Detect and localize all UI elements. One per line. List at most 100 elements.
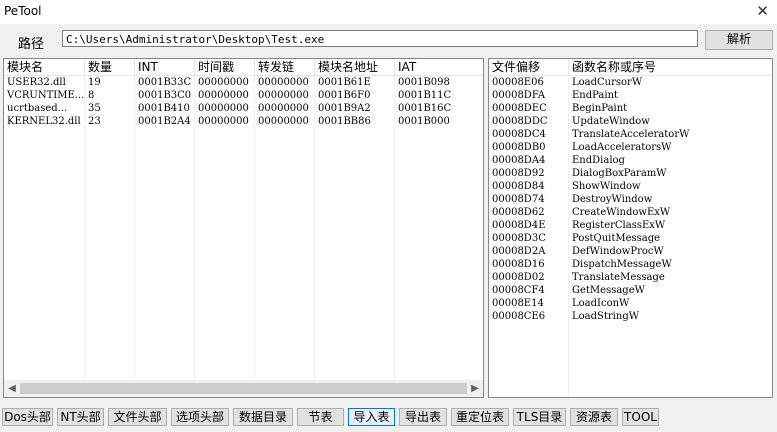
table-cell: 0001B16C <box>398 103 452 114</box>
grid-divider <box>84 76 85 380</box>
table-cell: 00008DEC <box>492 103 547 114</box>
table-cell: ucrtbased... <box>7 103 68 114</box>
table-cell: TranslateAcceleratorW <box>572 129 690 140</box>
table-cell: LoadStringW <box>572 311 639 322</box>
table-cell: 00008D74 <box>492 194 545 205</box>
column-header[interactable]: 数量 <box>85 59 135 75</box>
table-cell: 00000000 <box>258 116 309 127</box>
tab-button[interactable]: TLS目录 <box>513 408 566 426</box>
table-cell: DispatchMessageW <box>572 259 672 270</box>
table-cell: EndDialog <box>572 155 625 166</box>
horizontal-scrollbar[interactable]: ◀ ▶ <box>4 380 483 397</box>
column-header[interactable]: 模块名地址 <box>315 59 395 75</box>
table-cell: GetMessageW <box>572 285 645 296</box>
import-module-list[interactable]: 模块名 数量 INT 时间戳 转发链 模块名地址 IAT USER32.dll 19 0001B… <box>3 58 484 398</box>
tab-button[interactable]: 资源表 <box>570 408 618 426</box>
tab-button[interactable]: 重定位表 <box>451 408 509 426</box>
table-cell: 00008DC4 <box>492 129 546 140</box>
table-cell: 00008E14 <box>492 298 544 309</box>
table-cell: DialogBoxParamW <box>572 168 667 179</box>
table-cell: 00000000 <box>198 90 249 101</box>
grid-divider <box>394 76 395 380</box>
tab-button[interactable]: 导出表 <box>399 408 447 426</box>
table-cell: 00000000 <box>258 90 309 101</box>
grid-divider <box>194 76 195 380</box>
table-cell: 0001BB86 <box>318 116 371 127</box>
table-cell: 00008CE6 <box>492 311 546 322</box>
table-cell: DefWindowProcW <box>572 246 664 257</box>
grid-divider <box>134 76 135 380</box>
table-cell: ShowWindow <box>572 181 641 192</box>
table-cell: DestroyWindow <box>572 194 653 205</box>
tab-button[interactable]: TOOL <box>622 408 659 426</box>
table-cell: 00000000 <box>258 77 309 88</box>
table-cell: 0001B61E <box>318 77 371 88</box>
tab-button[interactable]: 选项头部 <box>171 408 229 426</box>
table-cell: 0001B3C0 <box>138 90 192 101</box>
table-cell: 0001B33C <box>138 77 192 88</box>
tab-button[interactable]: 节表 <box>297 408 344 426</box>
table-cell: 8 <box>88 90 95 101</box>
table-cell: 00008D62 <box>492 207 545 218</box>
table-cell: 0001B2A4 <box>138 116 191 127</box>
tab-button[interactable]: Dos头部 <box>2 408 53 426</box>
table-cell: 0001B11C <box>398 90 452 101</box>
table-cell: 00000000 <box>198 77 249 88</box>
column-header[interactable]: 模块名 <box>4 59 85 75</box>
table-cell: 00008D16 <box>492 259 545 270</box>
table-cell: 00008E06 <box>492 77 544 88</box>
column-header[interactable]: 时间戳 <box>195 59 255 75</box>
table-cell: PostQuitMessage <box>572 233 661 244</box>
grid-divider <box>568 76 569 397</box>
table-cell: 00008D4E <box>492 220 546 231</box>
table-cell: LoadCursorW <box>572 77 643 88</box>
scroll-left-icon[interactable]: ◀ <box>4 381 20 396</box>
table-cell: 00000000 <box>198 116 249 127</box>
table-cell: 00008DA4 <box>492 155 546 166</box>
table-cell: 00008DDC <box>492 116 548 127</box>
table-cell: 00008DB0 <box>492 142 546 153</box>
table-cell: 19 <box>88 77 101 88</box>
tab-button[interactable]: 数据目录 <box>233 408 293 426</box>
column-header[interactable]: 函数名称或序号 <box>569 59 772 75</box>
table-cell: 00008D3C <box>492 233 546 244</box>
table-cell: EndPaint <box>572 90 619 101</box>
table-cell: LoadAcceleratorsW <box>572 142 672 153</box>
table-cell: VCRUNTIME... <box>7 90 85 101</box>
table-cell: BeginPaint <box>572 103 628 114</box>
table-cell: 00008CF4 <box>492 285 545 296</box>
table-cell: 00000000 <box>198 103 249 114</box>
table-cell: 23 <box>88 116 101 127</box>
grid-divider <box>254 76 255 380</box>
tab-button[interactable]: 导入表 <box>348 408 395 426</box>
table-cell: 00008D84 <box>492 181 545 192</box>
scroll-right-icon[interactable]: ▶ <box>467 381 483 396</box>
tab-button[interactable]: 文件头部 <box>108 408 167 426</box>
table-cell: USER32.dll <box>7 77 66 88</box>
path-input[interactable]: C:\Users\Administrator\Desktop\Test.exe <box>62 30 698 47</box>
column-header[interactable]: 转发链 <box>255 59 315 75</box>
column-header[interactable]: 文件偏移 <box>489 59 569 75</box>
table-cell: KERNEL32.dll <box>7 116 81 127</box>
parse-button[interactable]: 解析 <box>705 30 773 50</box>
column-header[interactable]: IAT <box>395 59 483 75</box>
function-list-header: 文件偏移 函数名称或序号 <box>489 59 772 76</box>
scrollbar-thumb[interactable] <box>20 383 467 394</box>
close-icon[interactable]: ✕ <box>756 2 769 20</box>
table-cell: CreateWindowExW <box>572 207 671 218</box>
path-label: 路径 <box>18 37 45 52</box>
table-cell: UpdateWindow <box>572 116 650 127</box>
function-list[interactable]: 文件偏移 函数名称或序号 00008E06 LoadCursorW 00008DFA E… <box>488 58 773 398</box>
table-cell: LoadIconW <box>572 298 630 309</box>
column-header[interactable]: INT <box>135 59 195 75</box>
window-title: PeTool <box>4 4 42 18</box>
table-cell: 0001B6F0 <box>318 90 371 101</box>
table-cell: 00008DFA <box>492 90 546 101</box>
tab-button[interactable]: NT头部 <box>57 408 104 426</box>
table-cell: 00000000 <box>258 103 309 114</box>
table-cell: TranslateMessage <box>572 272 665 283</box>
table-cell: 00008D02 <box>492 272 545 283</box>
table-cell: RegisterClassExW <box>572 220 666 231</box>
table-cell: 0001B410 <box>138 103 190 114</box>
table-cell: 0001B098 <box>398 77 450 88</box>
